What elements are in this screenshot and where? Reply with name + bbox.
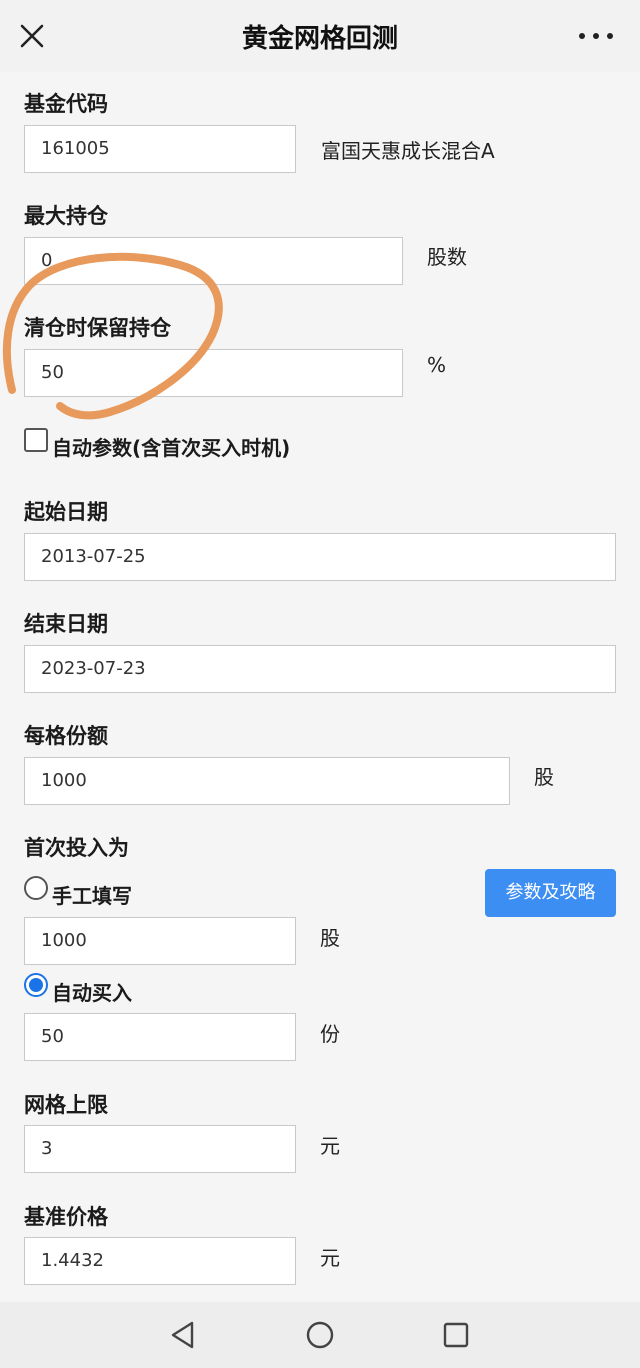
manual-fill-radio[interactable] — [24, 876, 48, 900]
auto-buy-label: 自动买入 — [52, 981, 132, 1005]
first-investment-label: 首次投入为 — [24, 836, 129, 860]
retain-position-input[interactable]: 50 — [24, 349, 403, 397]
retain-position-label: 清仓时保留持仓 — [24, 316, 171, 340]
auto-buy-radio[interactable] — [24, 973, 48, 997]
start-date-input[interactable]: 2013-07-25 — [24, 533, 616, 581]
back-triangle-icon[interactable] — [166, 1318, 200, 1352]
manual-fill-unit: 股 — [320, 926, 340, 950]
manual-fill-input[interactable]: 1000 — [24, 917, 296, 965]
base-price-unit: 元 — [320, 1246, 340, 1270]
top-app-bar: 黄金网格回测 — [0, 0, 640, 72]
auto-buy-unit: 份 — [320, 1022, 340, 1046]
max-position-input[interactable]: 0 — [24, 237, 403, 285]
page-title: 黄金网格回测 — [241, 24, 398, 54]
fund-code-label: 基金代码 — [24, 92, 108, 116]
manual-fill-label: 手工填写 — [52, 884, 132, 908]
end-date-input[interactable]: 2023-07-23 — [24, 645, 616, 693]
start-date-label: 起始日期 — [24, 500, 108, 524]
max-position-label: 最大持仓 — [24, 204, 108, 228]
auto-params-checkbox[interactable] — [24, 428, 48, 452]
auto-buy-input[interactable]: 50 — [24, 1013, 296, 1061]
grid-upper-label: 网格上限 — [24, 1093, 108, 1117]
grid-upper-unit: 元 — [320, 1134, 340, 1158]
per-grid-label: 每格份额 — [24, 724, 108, 748]
fund-code-input[interactable]: 161005 — [24, 125, 296, 173]
per-grid-unit: 股 — [534, 765, 554, 789]
home-circle-icon[interactable] — [303, 1318, 337, 1352]
params-guide-button[interactable]: 参数及攻略 — [485, 869, 616, 917]
end-date-label: 结束日期 — [24, 612, 108, 636]
per-grid-input[interactable]: 1000 — [24, 757, 510, 805]
retain-position-unit: % — [427, 353, 447, 377]
max-position-unit: 股数 — [427, 245, 467, 269]
auto-params-label: 自动参数(含首次买入时机) — [52, 436, 291, 460]
grid-upper-input[interactable]: 3 — [24, 1125, 296, 1173]
more-icon[interactable] — [576, 26, 616, 46]
base-price-label: 基准价格 — [24, 1205, 108, 1229]
fund-name: 富国天惠成长混合A — [321, 139, 495, 163]
system-navigation-bar — [0, 1302, 640, 1368]
base-price-input[interactable]: 1.4432 — [24, 1237, 296, 1285]
recents-square-icon[interactable] — [439, 1318, 473, 1352]
